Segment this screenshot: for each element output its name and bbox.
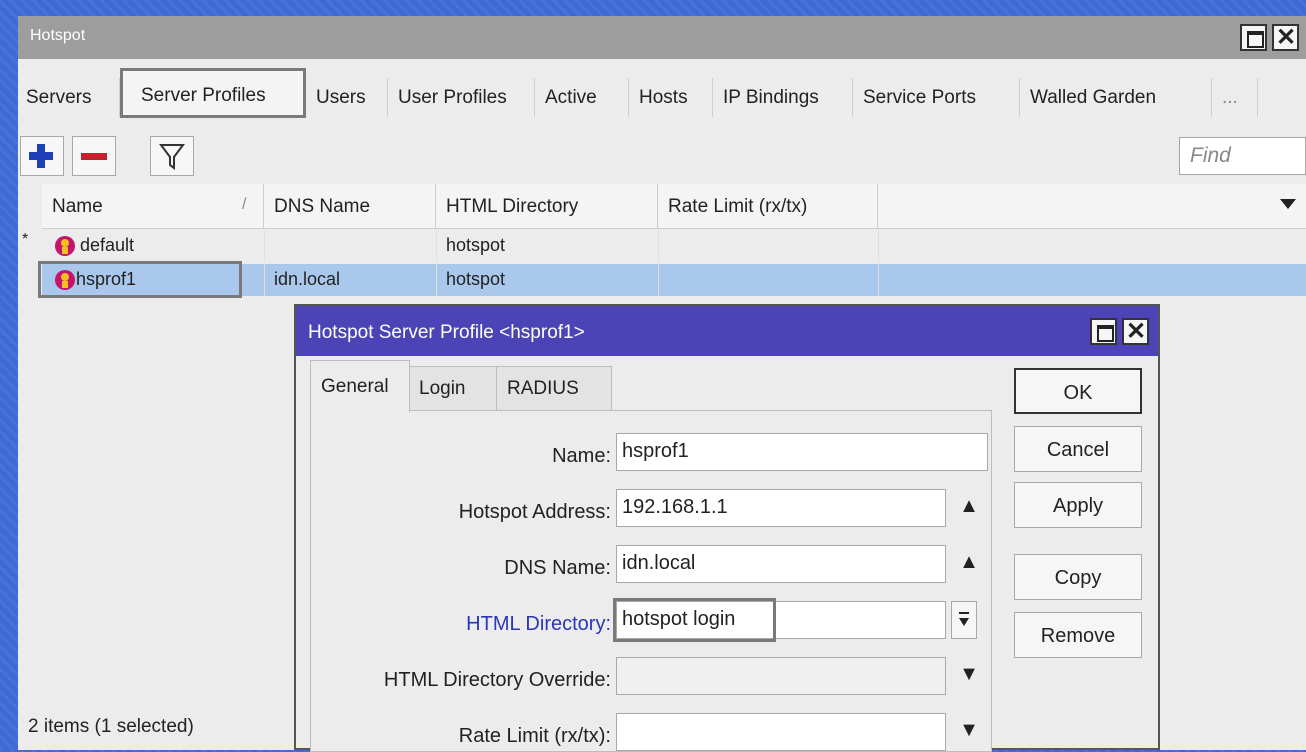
maximize-icon[interactable]	[1090, 318, 1117, 345]
hotspot-address-input[interactable]: 192.168.1.1	[616, 489, 946, 527]
dropdown-icon[interactable]: ▼	[947, 713, 991, 751]
ok-button[interactable]: OK	[1014, 368, 1142, 414]
tab-user-profiles[interactable]: User Profiles	[390, 78, 535, 117]
html-directory-override-label: HTML Directory Override:	[383, 669, 611, 691]
cell-name: default	[80, 235, 135, 255]
collapse-up-icon[interactable]: ▲	[947, 545, 991, 583]
close-icon[interactable]: ✕	[1122, 318, 1149, 345]
cell-name: hsprof1	[76, 269, 137, 289]
minus-icon	[81, 153, 107, 160]
tab-servers[interactable]: Servers	[18, 78, 120, 117]
tab-service-ports[interactable]: Service Ports	[855, 78, 1020, 117]
general-panel: Name: hsprof1 Hotspot Address: 192.168.1…	[310, 410, 992, 752]
html-directory-label[interactable]: HTML Directory:	[311, 613, 611, 636]
maximize-icon[interactable]	[1240, 24, 1267, 51]
tab-radius[interactable]: RADIUS	[496, 366, 612, 410]
tab-ip-bindings[interactable]: IP Bindings	[715, 78, 853, 117]
filter-button[interactable]	[150, 136, 194, 176]
dns-name-input[interactable]: idn.local	[616, 545, 946, 583]
column-html-directory[interactable]: HTML Directory	[436, 184, 658, 229]
dialog-titlebar[interactable]: Hotspot Server Profile <hsprof1> ✕	[296, 306, 1158, 356]
rate-limit-label: Rate Limit (rx/tx):	[458, 725, 611, 747]
remove-profile-button[interactable]: Remove	[1014, 612, 1142, 658]
html-directory-input[interactable]: hotspot login	[616, 601, 946, 639]
column-dns-name[interactable]: DNS Name	[264, 184, 436, 229]
window-title: Hotspot	[30, 27, 86, 44]
rate-limit-input[interactable]	[616, 713, 946, 751]
column-rate-limit[interactable]: Rate Limit (rx/tx)	[658, 184, 878, 229]
profile-icon	[55, 270, 75, 290]
hotspot-address-label: Hotspot Address:	[458, 501, 611, 523]
default-marker: *	[22, 231, 29, 248]
tab-more[interactable]: ...	[1214, 78, 1258, 117]
remove-button[interactable]	[72, 136, 116, 176]
tab-login[interactable]: Login	[408, 366, 498, 410]
dropdown-list-icon[interactable]	[951, 601, 977, 639]
profile-icon	[55, 236, 75, 256]
window-titlebar[interactable]: Hotspot ✕	[18, 16, 1306, 59]
cancel-button[interactable]: Cancel	[1014, 426, 1142, 472]
plus-icon	[29, 144, 53, 168]
name-input[interactable]: hsprof1	[616, 433, 988, 471]
main-tabs: Servers Server Profiles Users User Profi…	[18, 66, 1306, 124]
tab-hosts[interactable]: Hosts	[631, 78, 713, 117]
tab-walled-garden[interactable]: Walled Garden	[1022, 78, 1212, 117]
sort-indicator-icon: /	[242, 196, 247, 213]
apply-button[interactable]: Apply	[1014, 482, 1142, 528]
cell-dns: idn.local	[274, 269, 341, 289]
copy-button[interactable]: Copy	[1014, 554, 1142, 600]
column-name[interactable]: Name /	[42, 184, 264, 229]
html-directory-override-input[interactable]	[616, 657, 946, 695]
dialog-title: Hotspot Server Profile <hsprof1>	[308, 322, 585, 343]
add-button[interactable]	[20, 136, 64, 176]
table-header: Name / DNS Name HTML Directory Rate Limi…	[42, 184, 1306, 229]
tab-server-profiles[interactable]: Server Profiles	[120, 68, 306, 118]
name-label: Name:	[552, 445, 611, 467]
find-input[interactable]: Find	[1179, 137, 1306, 175]
table-row[interactable]: * default hotspot	[22, 230, 1306, 262]
column-chooser-icon[interactable]	[1278, 196, 1298, 217]
dns-name-label: DNS Name:	[504, 557, 611, 579]
cell-dir: hotspot	[446, 269, 506, 289]
collapse-up-icon[interactable]: ▲	[947, 489, 991, 527]
tab-active[interactable]: Active	[537, 78, 629, 117]
tab-general[interactable]: General	[310, 360, 410, 412]
close-icon[interactable]: ✕	[1272, 24, 1299, 51]
filter-icon	[159, 144, 185, 170]
cell-dir: hotspot	[446, 235, 506, 255]
server-profile-dialog: Hotspot Server Profile <hsprof1> ✕ Login…	[294, 304, 1160, 752]
table-row[interactable]: hsprof1 idn.local hotspot	[38, 261, 1306, 298]
dropdown-icon[interactable]: ▼	[947, 657, 991, 695]
tab-users[interactable]: Users	[308, 78, 388, 117]
status-bar: 2 items (1 selected)	[28, 716, 194, 737]
